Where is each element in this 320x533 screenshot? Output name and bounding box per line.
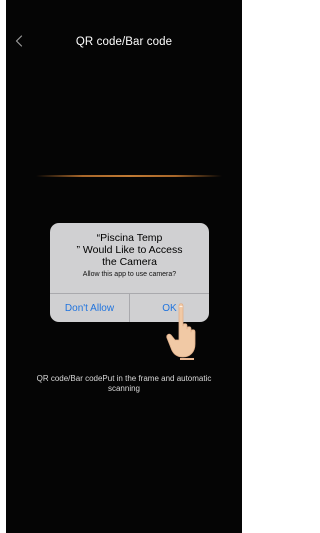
alert-message: Allow this app to use camera? — [82, 271, 177, 278]
pointing-hand-icon — [166, 300, 206, 360]
dialog-overlay: “Piscina Temp ” Would Like to Access the… — [6, 0, 242, 533]
alert-title: “Piscina Temp ” Would Like to Access the… — [76, 232, 183, 268]
dont-allow-button[interactable]: Don't Allow — [50, 294, 129, 322]
camera-scan-screen: QR code/Bar code “Piscina Temp ” Would L… — [6, 0, 242, 533]
scan-hint-text: QR code/Bar codePut in the frame and aut… — [36, 374, 212, 393]
